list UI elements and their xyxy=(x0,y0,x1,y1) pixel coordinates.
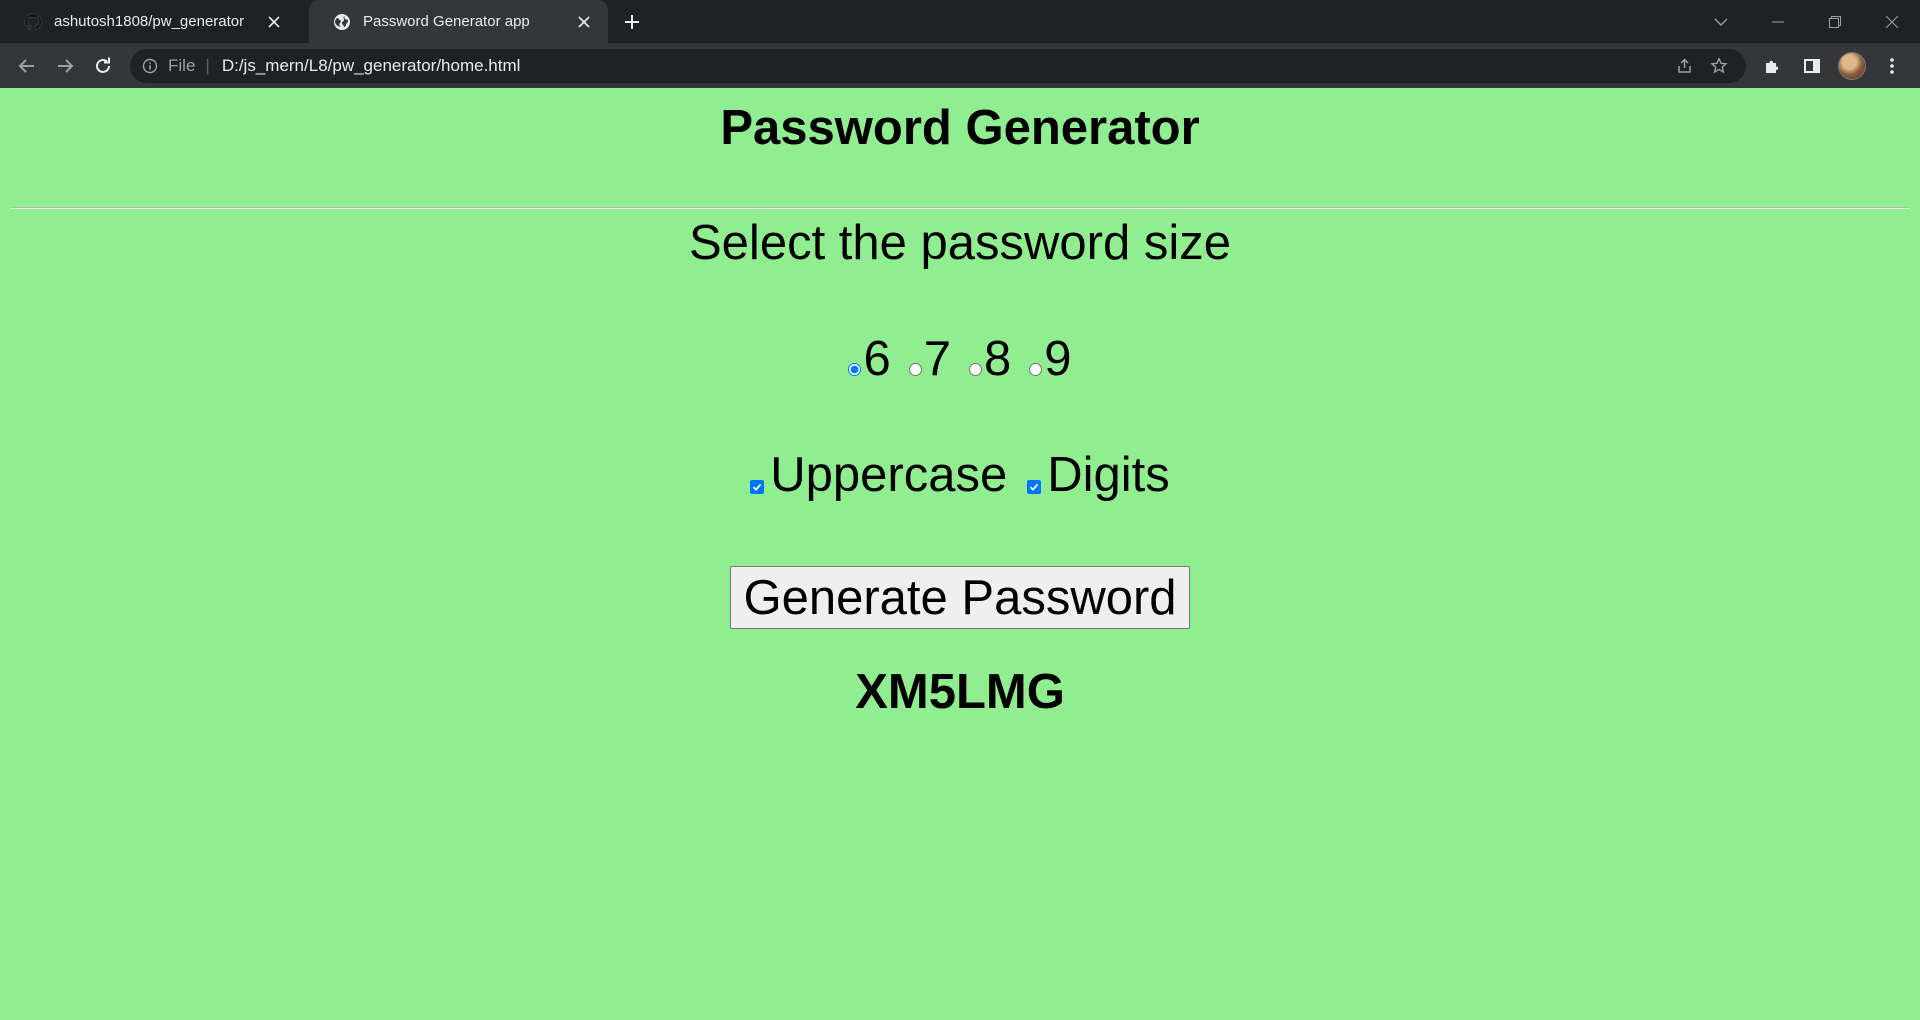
url-text[interactable]: D:/js_mern/L8/pw_generator/home.html xyxy=(222,56,1668,76)
restore-button[interactable] xyxy=(1806,4,1863,40)
radio-button[interactable] xyxy=(908,363,922,376)
reload-button[interactable] xyxy=(84,47,122,85)
generate-password-button[interactable]: Generate Password xyxy=(730,566,1190,629)
kebab-menu-icon xyxy=(1890,57,1894,74)
digits-checkbox[interactable] xyxy=(1027,480,1042,494)
radio-button[interactable] xyxy=(1029,363,1043,376)
checkmark-icon xyxy=(1030,483,1039,491)
size-option-label: 7 xyxy=(923,332,951,386)
address-bar[interactable]: File | D:/js_mern/L8/pw_generator/home.h… xyxy=(130,48,1746,83)
tab-strip: ashutosh1808/pw_generator Password Gener… xyxy=(0,0,1920,43)
menu-button[interactable] xyxy=(1872,48,1912,84)
divider xyxy=(10,207,1910,209)
forward-button[interactable] xyxy=(46,47,84,85)
plus-icon xyxy=(625,15,639,29)
password-size-label: Select the password size xyxy=(689,216,1231,270)
uppercase-option[interactable]: Uppercase xyxy=(750,447,1007,503)
close-window-button[interactable] xyxy=(1863,4,1920,40)
radio-button[interactable] xyxy=(969,363,982,376)
bookmark-button[interactable] xyxy=(1702,51,1736,81)
window-controls xyxy=(1692,0,1920,43)
character-options: Uppercase Digits xyxy=(0,447,1920,503)
size-option-6[interactable]: 6 xyxy=(848,331,891,387)
uppercase-label: Uppercase xyxy=(770,448,1008,502)
toolbar-actions xyxy=(1752,48,1912,84)
browser-toolbar: File | D:/js_mern/L8/pw_generator/home.h… xyxy=(0,43,1920,88)
back-arrow-icon xyxy=(18,58,34,73)
tab-password-generator[interactable]: Password Generator app xyxy=(309,0,608,43)
size-option-label: 6 xyxy=(863,332,891,386)
page-title: Password Generator xyxy=(720,101,1200,155)
side-panel-button[interactable] xyxy=(1792,48,1832,84)
radio-button[interactable] xyxy=(848,363,862,376)
tab-search-button[interactable] xyxy=(1692,4,1749,40)
password-size-options: 6 7 8 9 xyxy=(0,331,1920,387)
url-scheme: File xyxy=(168,55,196,75)
reload-icon xyxy=(96,57,110,73)
generated-password: XM5LMG xyxy=(855,665,1065,719)
page-content: Password Generator Select the password s… xyxy=(0,88,1920,1020)
checkmark-icon xyxy=(753,483,762,491)
github-icon xyxy=(24,12,42,31)
minimize-button[interactable] xyxy=(1749,4,1806,40)
close-tab-icon[interactable] xyxy=(264,12,284,32)
close-icon xyxy=(1885,15,1898,28)
size-option-8[interactable]: 8 xyxy=(969,331,1011,387)
browser-window: ashutosh1808/pw_generator Password Gener… xyxy=(0,0,1920,1020)
tab-title: Password Generator app xyxy=(363,13,530,30)
size-option-label: 9 xyxy=(1044,332,1072,386)
back-button[interactable] xyxy=(8,47,46,85)
globe-icon xyxy=(333,13,351,31)
uppercase-checkbox[interactable] xyxy=(750,480,765,494)
restore-icon xyxy=(1828,15,1841,28)
size-option-7[interactable]: 7 xyxy=(908,331,951,387)
info-icon[interactable] xyxy=(142,58,158,74)
share-button[interactable] xyxy=(1668,51,1702,81)
avatar xyxy=(1838,51,1866,80)
digits-option[interactable]: Digits xyxy=(1027,447,1170,503)
forward-arrow-icon xyxy=(58,58,74,73)
extensions-button[interactable] xyxy=(1752,48,1792,84)
size-option-label: 8 xyxy=(984,332,1012,386)
tab-github[interactable]: ashutosh1808/pw_generator xyxy=(0,0,298,43)
new-tab-button[interactable] xyxy=(617,7,647,37)
side-panel-icon xyxy=(1804,58,1820,73)
star-icon xyxy=(1710,56,1728,73)
profile-button[interactable] xyxy=(1832,48,1872,84)
close-tab-icon[interactable] xyxy=(574,12,594,32)
chevron-down-icon xyxy=(1714,18,1727,26)
tab-title: ashutosh1808/pw_generator xyxy=(54,13,245,30)
url-separator: | xyxy=(205,55,210,75)
digits-label: Digits xyxy=(1047,448,1170,502)
size-option-9[interactable]: 9 xyxy=(1029,331,1072,387)
minimize-icon xyxy=(1771,21,1784,22)
share-icon xyxy=(1678,57,1691,73)
puzzle-icon xyxy=(1766,60,1779,73)
